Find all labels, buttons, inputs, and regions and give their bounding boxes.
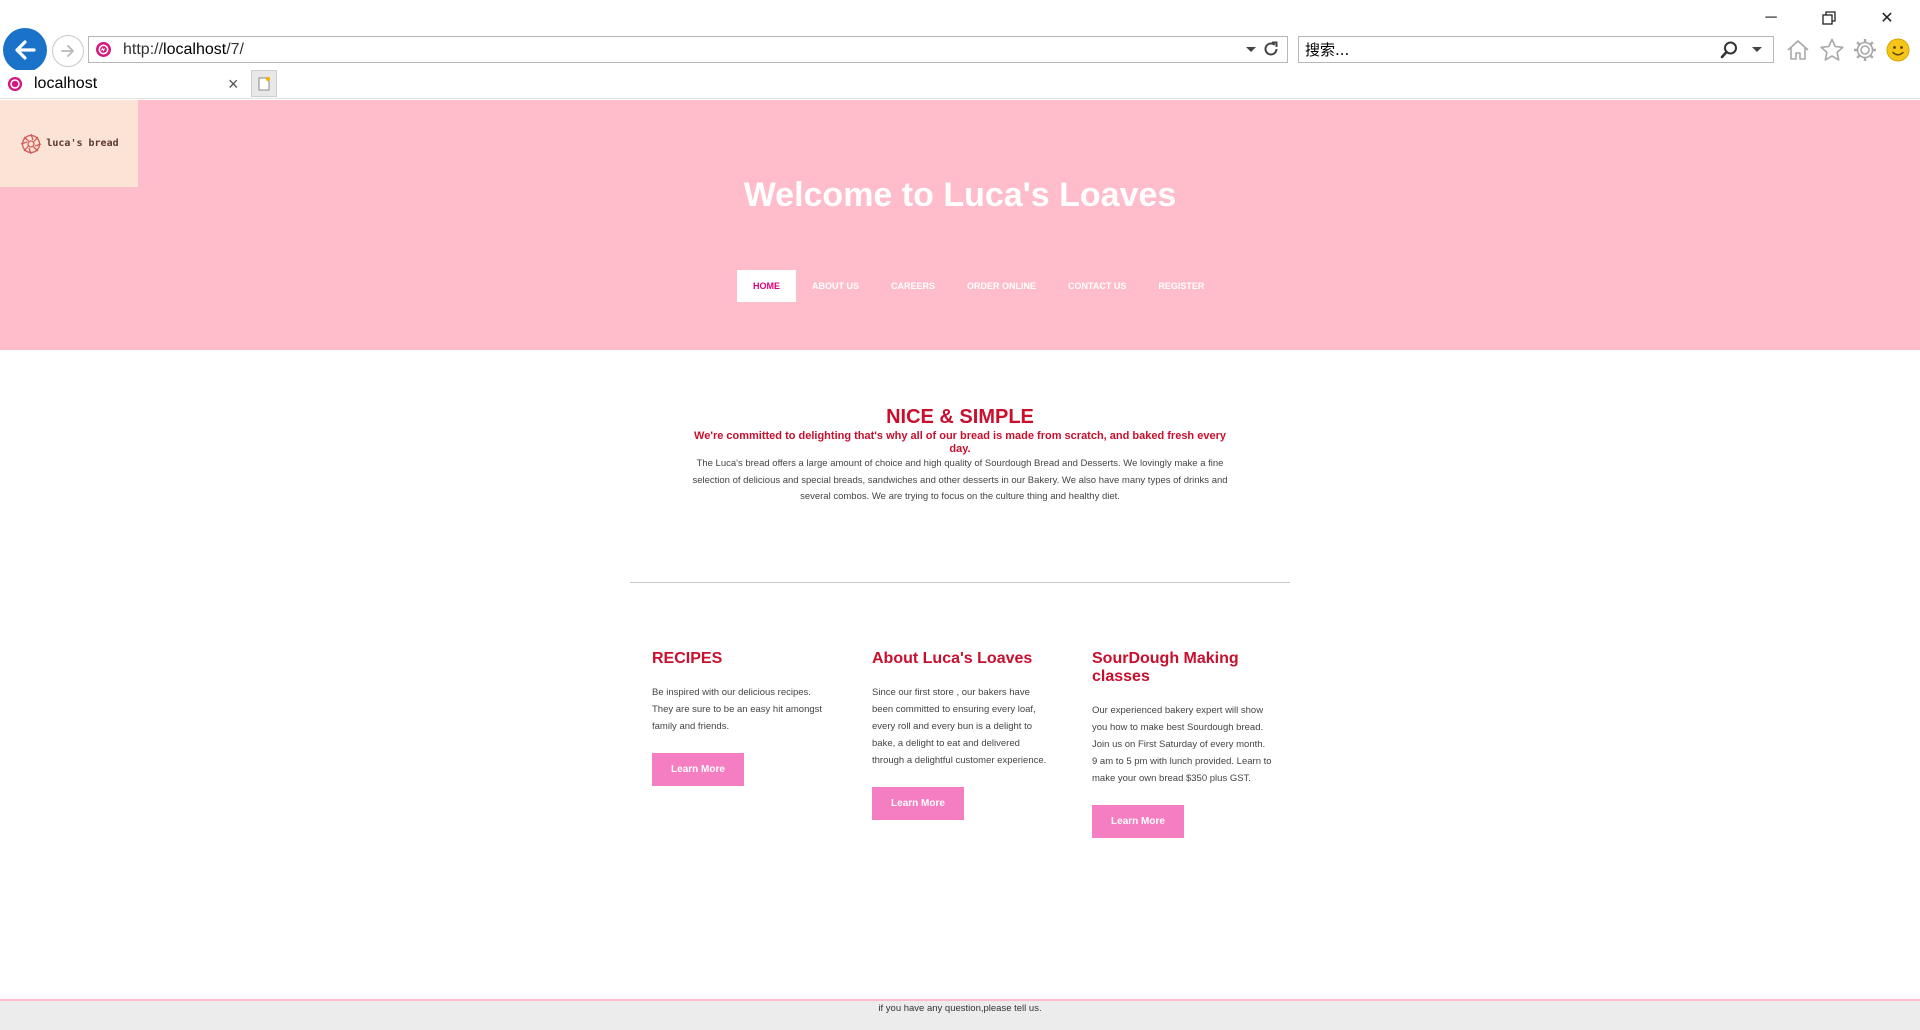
nav-contact-us[interactable]: CONTACT US xyxy=(1052,270,1142,302)
logo[interactable]: luca's bread xyxy=(0,100,138,187)
nav-register[interactable]: REGISTER xyxy=(1142,270,1220,302)
nav-careers[interactable]: CAREERS xyxy=(875,270,951,302)
column-title: About Luca's Loaves xyxy=(872,650,1033,667)
search-dropdown-icon[interactable] xyxy=(1751,42,1763,60)
logo-text: luca's bread xyxy=(46,138,119,149)
chrome-divider xyxy=(0,98,1920,99)
tab-title: localhost xyxy=(34,75,98,92)
nav-about-us[interactable]: ABOUT US xyxy=(796,270,875,302)
dropdown-icon[interactable] xyxy=(1245,42,1257,60)
about-column: About Luca's Loaves Since our first stor… xyxy=(872,650,1052,820)
nav-order-online[interactable]: ORDER ONLINE xyxy=(951,270,1052,302)
column-text: Our experienced bakery expert will show … xyxy=(1092,705,1272,784)
refresh-icon[interactable] xyxy=(1261,39,1281,64)
url-text[interactable]: http://localhost/7/ xyxy=(123,41,244,59)
address-bar[interactable]: http://localhost/7/ xyxy=(88,36,1288,63)
smiley-feedback-icon[interactable] xyxy=(1884,36,1912,64)
column-text: Since our first store , our bakers have … xyxy=(872,687,1047,766)
learn-more-button[interactable]: Learn More xyxy=(1092,805,1184,838)
page-title: Welcome to Luca's Loaves xyxy=(743,176,1177,214)
back-arrow-icon[interactable] xyxy=(3,28,47,72)
search-icon[interactable] xyxy=(1719,40,1739,65)
browser-chrome: ─ ✕ http://localhost/7/ 搜索... localhost … xyxy=(0,0,1920,100)
tab-close-icon[interactable]: × xyxy=(228,74,239,95)
site-favicon xyxy=(95,41,112,63)
learn-more-button[interactable]: Learn More xyxy=(872,787,964,820)
learn-more-button[interactable]: Learn More xyxy=(652,753,744,786)
footer: if you have any question,please tell us. xyxy=(0,1001,1920,1030)
column-title: RECIPES xyxy=(652,650,723,667)
search-box[interactable] xyxy=(1298,36,1774,63)
recipes-column: RECIPES Be inspired with our delicious r… xyxy=(652,650,832,786)
favorites-star-icon[interactable] xyxy=(1818,36,1846,64)
logo-flower-icon xyxy=(21,133,42,154)
search-input[interactable] xyxy=(1305,40,1685,59)
intro-title: NICE & SIMPLE xyxy=(886,406,1034,428)
section-divider xyxy=(630,582,1290,583)
restore-icon[interactable] xyxy=(1806,8,1852,28)
home-icon[interactable] xyxy=(1784,36,1812,64)
footer-text: if you have any question,please tell us. xyxy=(878,1003,1042,1014)
intro-body: The Luca's bread offers a large amount o… xyxy=(692,458,1228,502)
tab-favicon xyxy=(7,76,23,97)
browser-tab[interactable]: localhost × xyxy=(0,70,248,98)
nav-home[interactable]: HOME xyxy=(737,270,796,302)
main-nav: HOME ABOUT US CAREERS ORDER ONLINE CONTA… xyxy=(737,270,1220,302)
forward-arrow-icon[interactable] xyxy=(52,35,84,67)
classes-column: SourDough Making classes Our experienced… xyxy=(1092,650,1272,838)
minimize-icon[interactable]: ─ xyxy=(1748,8,1794,28)
hero-header: luca's bread Welcome to Luca's Loaves HO… xyxy=(0,100,1920,350)
settings-gear-icon[interactable] xyxy=(1851,36,1879,64)
new-tab-icon[interactable] xyxy=(251,70,277,97)
intro-subtitle: We're committed to delighting that's why… xyxy=(694,430,1226,455)
close-icon[interactable]: ✕ xyxy=(1864,8,1910,28)
column-title: SourDough Making classes xyxy=(1092,650,1239,685)
column-text: Be inspired with our delicious recipes. … xyxy=(652,687,823,732)
